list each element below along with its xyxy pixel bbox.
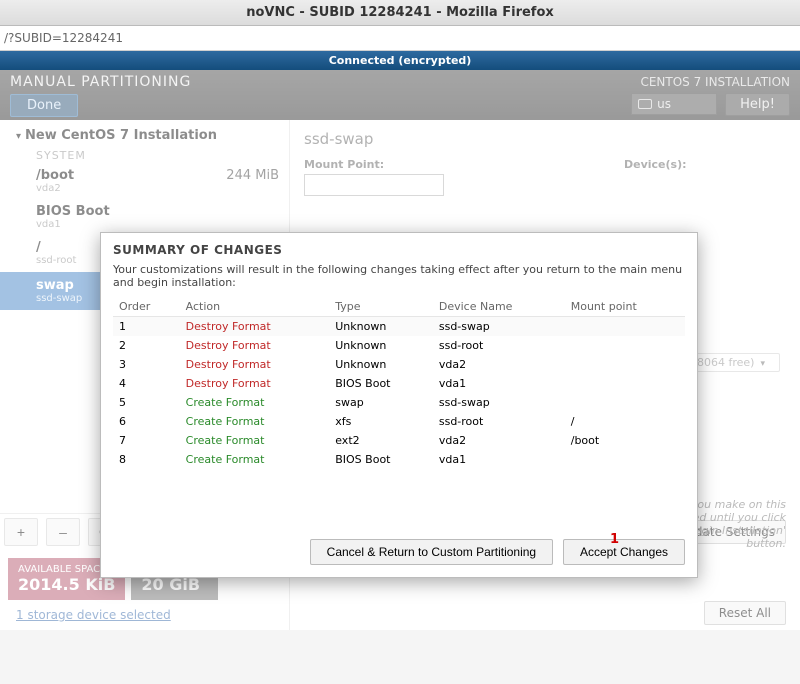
annotation-marker-1: 1: [610, 532, 619, 547]
product-label: CENTOS 7 INSTALLATION: [631, 75, 790, 89]
table-row[interactable]: 4Destroy FormatBIOS Bootvda1: [113, 374, 685, 393]
url-bar[interactable]: /?SUBID=12284241: [0, 26, 800, 51]
mount-row-boot[interactable]: /boot 244 MiB: [0, 164, 289, 183]
keyboard-layout-selector[interactable]: us: [631, 93, 717, 115]
accept-changes-button[interactable]: Accept Changes: [563, 539, 685, 565]
dialog-title: SUMMARY OF CHANGES: [113, 243, 685, 257]
table-row[interactable]: 1Destroy FormatUnknownssd-swap: [113, 317, 685, 337]
devices-label: Device(s):: [624, 158, 687, 171]
table-row[interactable]: 7Create Formatext2vda2/boot: [113, 431, 685, 450]
remove-mount-button[interactable]: –: [46, 518, 80, 546]
page-title: MANUAL PARTITIONING: [10, 74, 631, 90]
installer-topbar: MANUAL PARTITIONING Done CENTOS 7 INSTAL…: [0, 70, 800, 120]
col-type: Type: [329, 297, 433, 317]
keyboard-icon: [638, 99, 652, 109]
mount-size: 244 MiB: [226, 168, 279, 183]
changes-table: Order Action Type Device Name Mount poin…: [113, 297, 685, 469]
col-device: Device Name: [433, 297, 565, 317]
mount-row-biosboot[interactable]: BIOS Boot: [0, 200, 289, 219]
col-order: Order: [113, 297, 180, 317]
window-title: noVNC - SUBID 12284241 - Mozilla Firefox: [0, 0, 800, 26]
table-row[interactable]: 8Create FormatBIOS Bootvda1: [113, 450, 685, 469]
dialog-intro: Your customizations will result in the f…: [113, 263, 685, 289]
system-section-label: SYSTEM: [0, 147, 289, 164]
install-group-header[interactable]: New CentOS 7 Installation: [0, 120, 289, 147]
table-row[interactable]: 3Destroy FormatUnknownvda2: [113, 355, 685, 374]
detail-title: ssd-swap: [304, 130, 786, 148]
mount-dev: vda2: [0, 183, 289, 200]
add-mount-button[interactable]: +: [4, 518, 38, 546]
table-row[interactable]: 2Destroy FormatUnknownssd-root: [113, 336, 685, 355]
mount-name: /boot: [36, 168, 226, 183]
mount-name: swap: [36, 278, 74, 293]
keyboard-layout-value: us: [657, 97, 671, 111]
help-button[interactable]: Help!: [725, 93, 790, 116]
col-action: Action: [180, 297, 330, 317]
mount-point-label: Mount Point:: [304, 158, 444, 171]
reset-all-button[interactable]: Reset All: [704, 601, 786, 625]
done-button[interactable]: Done: [10, 94, 78, 117]
table-row[interactable]: 5Create Formatswapssd-swap: [113, 393, 685, 412]
cancel-return-button[interactable]: Cancel & Return to Custom Partitioning: [310, 539, 553, 565]
table-row[interactable]: 6Create Formatxfsssd-root/: [113, 412, 685, 431]
storage-devices-link[interactable]: 1 storage device selected: [0, 604, 289, 630]
col-mount: Mount point: [565, 297, 685, 317]
connection-status: Connected (encrypted): [0, 51, 800, 70]
summary-of-changes-dialog: SUMMARY OF CHANGES Your customizations w…: [100, 232, 698, 578]
mount-point-input[interactable]: [304, 174, 444, 196]
mount-name: BIOS Boot: [36, 204, 279, 219]
available-space-label: AVAILABLE SPACE: [18, 564, 106, 575]
